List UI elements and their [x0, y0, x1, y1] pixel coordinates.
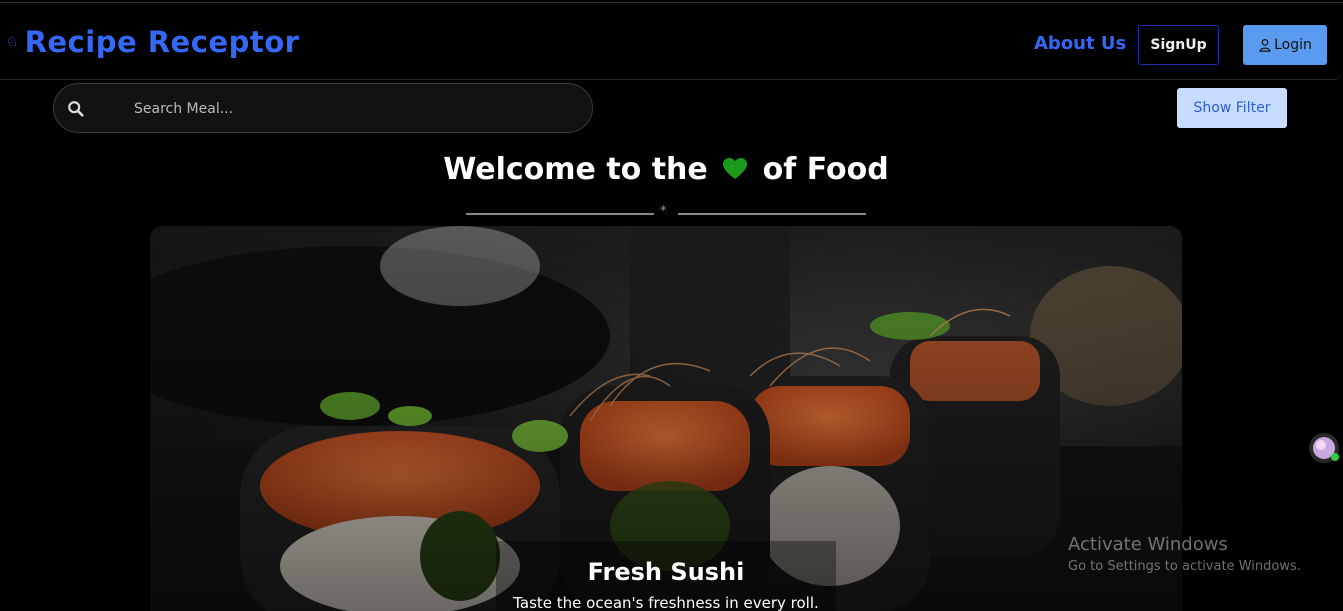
brand[interactable]: ♘ Recipe Receptor: [6, 25, 299, 59]
signup-button[interactable]: SignUp: [1138, 25, 1219, 65]
watermark-title: Activate Windows: [1068, 534, 1228, 555]
hero-carousel-slide[interactable]: Fresh Sushi Taste the ocean's freshness …: [150, 226, 1182, 611]
about-us-link[interactable]: About Us: [1034, 33, 1126, 54]
title-divider: *: [466, 204, 866, 219]
floating-avatar[interactable]: [1309, 433, 1339, 463]
online-status-dot: [1331, 453, 1339, 461]
chef-hat-icon: ♘: [6, 34, 19, 50]
brand-title[interactable]: Recipe Receptor: [25, 25, 300, 59]
login-label: Login: [1274, 37, 1312, 53]
star-icon: *: [660, 204, 667, 219]
search-bar: [53, 83, 593, 133]
watermark-subtitle: Go to Settings to activate Windows.: [1068, 559, 1301, 574]
windows-activation-watermark: Activate Windows Go to Settings to activ…: [1068, 534, 1301, 574]
heart-icon: [723, 158, 748, 179]
welcome-text-start: Welcome to the: [443, 152, 708, 187]
sushi-image: [150, 226, 1182, 611]
login-button[interactable]: Login: [1243, 25, 1327, 65]
welcome-heading: Welcome to the of Food: [0, 152, 1332, 187]
user-icon: [1259, 38, 1271, 52]
welcome-text-end: of Food: [762, 152, 889, 187]
show-filter-button[interactable]: Show Filter: [1177, 88, 1287, 128]
slide-title: Fresh Sushi: [587, 558, 745, 586]
search-input[interactable]: [134, 97, 574, 121]
navbar: ♘ Recipe Receptor About Us SignUp Login: [0, 2, 1343, 80]
search-icon[interactable]: [67, 100, 85, 118]
slide-subtitle: Taste the ocean's freshness in every rol…: [513, 594, 819, 611]
